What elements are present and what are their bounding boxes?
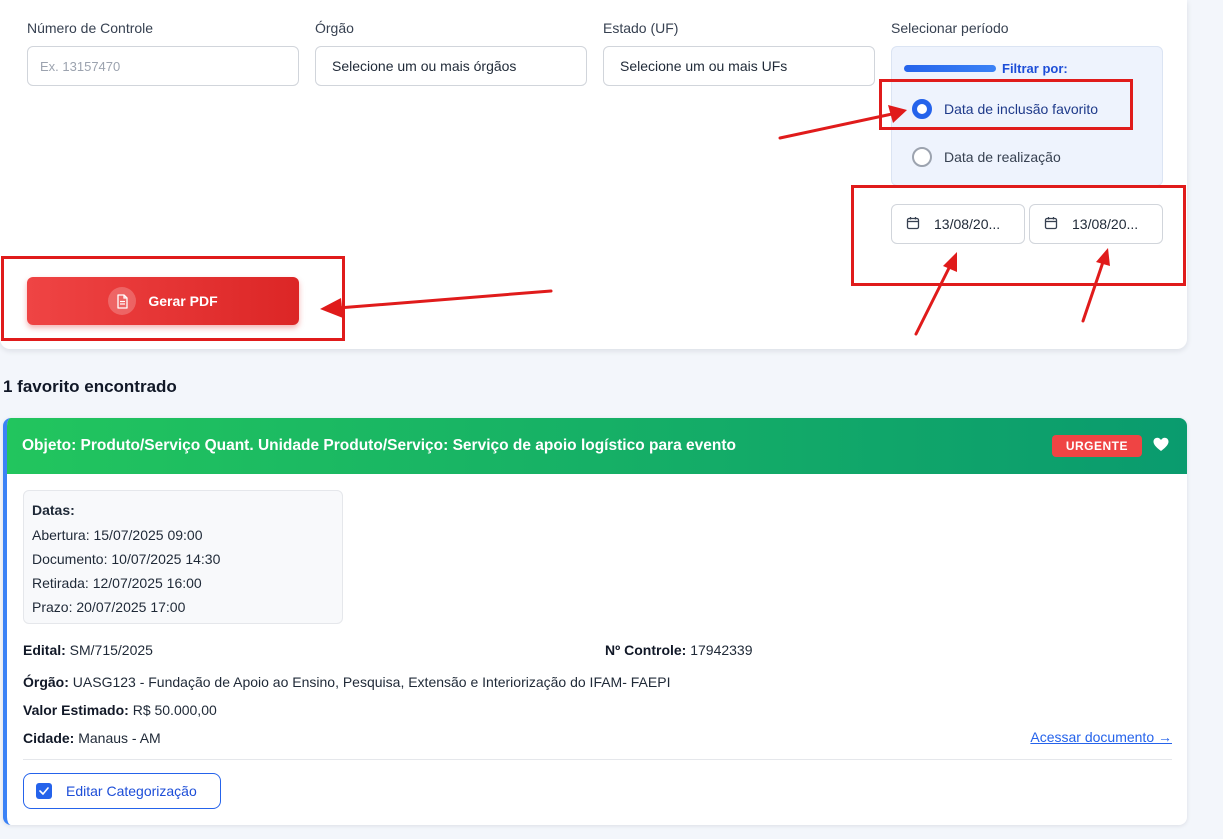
date-row-deadline: Prazo: 20/07/2025 17:00 xyxy=(32,595,334,619)
date-value: 20/07/2025 17:00 xyxy=(76,599,186,615)
access-document-link[interactable]: Acessar documento → xyxy=(1030,729,1172,745)
edital-value: SM/715/2025 xyxy=(69,642,153,658)
generate-pdf-label: Gerar PDF xyxy=(148,293,218,309)
radio-label: Data de realização xyxy=(944,149,1061,165)
organ-line-value: UASG123 - Fundação de Apoio ao Ensino, P… xyxy=(72,674,671,690)
period-accent-bar xyxy=(904,65,996,72)
filter-by-label: Filtrar por: xyxy=(1002,61,1068,76)
city-line: Cidade: Manaus - AM xyxy=(23,730,161,746)
period-label: Selecionar período xyxy=(891,20,1009,36)
state-select[interactable]: Selecione um ou mais UFs xyxy=(603,46,875,86)
date-value: 12/07/2025 16:00 xyxy=(92,575,202,591)
date-row-pickup: Retirada: 12/07/2025 16:00 xyxy=(32,571,334,595)
heart-icon[interactable] xyxy=(1153,437,1169,457)
control-label: Nº Controle: xyxy=(605,642,687,658)
favorite-card: Objeto: Produto/Serviço Quant. Unidade P… xyxy=(3,418,1187,825)
period-filter-box: Filtrar por: Data de inclusão favorito D… xyxy=(891,46,1163,186)
date-row-document: Documento: 10/07/2025 14:30 xyxy=(32,547,334,571)
edit-categorization-label: Editar Categorização xyxy=(66,783,197,799)
urgent-badge: URGENTE xyxy=(1051,435,1142,457)
generate-pdf-button[interactable]: Gerar PDF xyxy=(27,277,299,325)
date-label: Retirada: xyxy=(32,575,89,591)
date-label: Documento: xyxy=(32,551,108,567)
start-date-button[interactable]: 13/08/20... xyxy=(891,204,1025,244)
radio-favorite-inclusion-date[interactable]: Data de inclusão favorito xyxy=(912,99,1098,119)
document-icon xyxy=(108,287,137,315)
radio-realization-date[interactable]: Data de realização xyxy=(912,147,1061,167)
state-label: Estado (UF) xyxy=(603,20,679,36)
card-header: Objeto: Produto/Serviço Quant. Unidade P… xyxy=(7,418,1187,474)
calendar-icon xyxy=(906,216,920,233)
organ-line: Órgão: UASG123 - Fundação de Apoio ao En… xyxy=(23,674,670,690)
organ-line-label: Órgão: xyxy=(23,674,69,690)
results-count: 1 favorito encontrado xyxy=(3,377,177,396)
radio-checked-icon[interactable] xyxy=(912,99,932,119)
control-number-line: Nº Controle: 17942339 xyxy=(605,642,753,658)
city-label: Cidade: xyxy=(23,730,75,746)
radio-unchecked-icon[interactable] xyxy=(912,147,932,167)
edit-categorization-button[interactable]: Editar Categorização xyxy=(23,773,221,809)
estimated-value-value: R$ 50.000,00 xyxy=(132,702,217,718)
date-value: 10/07/2025 14:30 xyxy=(111,551,221,567)
card-title: Objeto: Produto/Serviço Quant. Unidade P… xyxy=(22,437,736,454)
filter-panel: Número de Controle Ex. 13157470 Órgão Se… xyxy=(0,0,1187,349)
dates-box: Datas: Abertura: 15/07/2025 09:00 Docume… xyxy=(23,490,343,624)
edital-line: Edital: SM/715/2025 xyxy=(23,642,153,658)
edital-label: Edital: xyxy=(23,642,66,658)
date-value: 15/07/2025 09:00 xyxy=(93,527,203,543)
end-date-value: 13/08/20... xyxy=(1072,216,1139,232)
organ-select[interactable]: Selecione um ou mais órgãos xyxy=(315,46,587,86)
city-value: Manaus - AM xyxy=(78,730,161,746)
control-number-input[interactable]: Ex. 13157470 xyxy=(27,46,299,86)
date-label: Abertura: xyxy=(32,527,90,543)
start-date-value: 13/08/20... xyxy=(934,216,1001,232)
control-number-label: Número de Controle xyxy=(27,20,154,36)
dates-title: Datas: xyxy=(32,502,75,518)
radio-label: Data de inclusão favorito xyxy=(944,101,1099,117)
card-divider xyxy=(23,759,1172,760)
end-date-button[interactable]: 13/08/20... xyxy=(1029,204,1163,244)
date-label: Prazo: xyxy=(32,599,73,615)
control-value: 17942339 xyxy=(690,642,753,658)
checkbox-icon xyxy=(36,783,52,799)
date-row-opening: Abertura: 15/07/2025 09:00 xyxy=(32,523,334,547)
organ-label: Órgão xyxy=(315,20,354,36)
estimated-value-line: Valor Estimado: R$ 50.000,00 xyxy=(23,702,217,718)
calendar-icon xyxy=(1044,216,1058,233)
estimated-value-label: Valor Estimado: xyxy=(23,702,129,718)
